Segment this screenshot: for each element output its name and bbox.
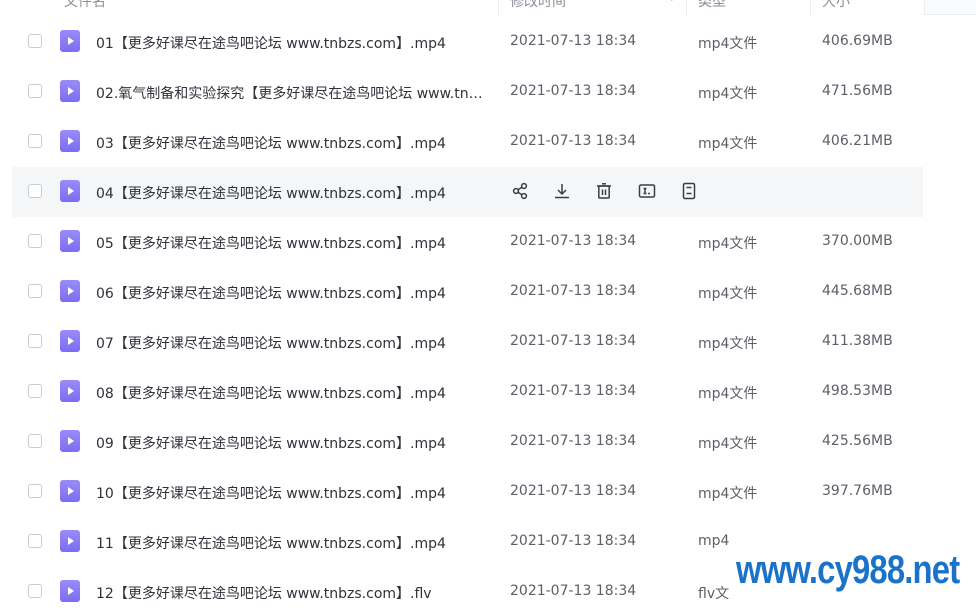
sort-down-icon[interactable]: ▼ <box>668 0 676 3</box>
delete-icon[interactable] <box>594 181 614 201</box>
file-name[interactable]: 06【更多好课尽在途鸟吧论坛 www.tnbzs.com】.mp4 <box>96 283 491 303</box>
row-checkbox[interactable] <box>28 184 42 198</box>
file-type: mp4文件 <box>698 336 758 352</box>
file-size: 406.69MB <box>822 33 893 49</box>
video-file-icon <box>60 30 80 52</box>
file-size: 445.68MB <box>822 283 893 299</box>
file-name[interactable]: 08【更多好课尽在途鸟吧论坛 www.tnbzs.com】.mp4 <box>96 383 491 403</box>
file-name[interactable]: 03【更多好课尽在途鸟吧论坛 www.tnbzs.com】.mp4 <box>96 133 491 153</box>
file-modified-time: 2021-07-13 18:34 <box>510 133 637 149</box>
file-size: 425.56MB <box>822 433 893 449</box>
file-row[interactable]: 04【更多好课尽在途鸟吧论坛 www.tnbzs.com】.mp4 <box>0 167 976 217</box>
file-row[interactable]: 02.氧气制备和实验探究【更多好课尽在途鸟吧论坛 www.tnbzs.com】.… <box>0 67 976 117</box>
rename-icon[interactable] <box>637 181 657 201</box>
column-header-type[interactable]: 类型 <box>698 0 726 11</box>
video-file-icon <box>60 380 80 402</box>
row-checkbox[interactable] <box>28 234 42 248</box>
column-header-size[interactable]: 大小 <box>822 0 850 11</box>
file-name[interactable]: 10【更多好课尽在途鸟吧论坛 www.tnbzs.com】.mp4 <box>96 483 491 503</box>
file-type: mp4文件 <box>698 486 758 502</box>
file-modified-time: 2021-07-13 18:34 <box>510 433 637 449</box>
file-row[interactable]: 07【更多好课尽在途鸟吧论坛 www.tnbzs.com】.mp4 2021-07… <box>0 317 976 367</box>
file-type: mp4文件 <box>698 136 758 152</box>
file-size: 471.56MB <box>822 83 893 99</box>
column-divider[interactable] <box>810 0 811 16</box>
video-file-icon <box>60 180 80 202</box>
row-checkbox[interactable] <box>28 84 42 98</box>
file-list-page: 文件名 修改时间 ▼ 类型 大小 01【更多好课尽在途鸟吧论坛 www.tnbz… <box>0 0 976 615</box>
row-checkbox[interactable] <box>28 434 42 448</box>
file-modified-time: 2021-07-13 18:34 <box>510 33 637 49</box>
column-header-name[interactable]: 文件名 <box>64 0 106 11</box>
column-divider[interactable] <box>686 0 687 16</box>
video-file-icon <box>60 330 80 352</box>
file-modified-time: 2021-07-13 18:34 <box>510 383 637 399</box>
row-checkbox[interactable] <box>28 334 42 348</box>
file-list-header: 文件名 修改时间 ▼ 类型 大小 <box>0 0 976 16</box>
file-name[interactable]: 07【更多好课尽在途鸟吧论坛 www.tnbzs.com】.mp4 <box>96 333 491 353</box>
file-modified-time: 2021-07-13 18:34 <box>510 283 637 299</box>
watermark-text: www.cy988.net <box>736 548 960 592</box>
video-file-icon <box>60 430 80 452</box>
file-type: flv文 <box>698 586 730 602</box>
row-checkbox[interactable] <box>28 284 42 298</box>
file-list: 01【更多好课尽在途鸟吧论坛 www.tnbzs.com】.mp4 2021-07… <box>0 17 976 615</box>
file-name[interactable]: 12【更多好课尽在途鸟吧论坛 www.tnbzs.com】.flv <box>96 583 491 603</box>
file-type: mp4文件 <box>698 286 758 302</box>
file-name[interactable]: 05【更多好课尽在途鸟吧论坛 www.tnbzs.com】.mp4 <box>96 233 491 253</box>
file-type: mp4文件 <box>698 86 758 102</box>
file-type: mp4文件 <box>698 436 758 452</box>
file-row[interactable]: 09【更多好课尽在途鸟吧论坛 www.tnbzs.com】.mp4 2021-07… <box>0 417 976 467</box>
row-checkbox[interactable] <box>28 384 42 398</box>
file-name[interactable]: 04【更多好课尽在途鸟吧论坛 www.tnbzs.com】.mp4 <box>96 183 491 203</box>
column-header-modified[interactable]: 修改时间 <box>510 0 566 11</box>
file-type: mp4 <box>698 533 730 549</box>
file-row[interactable]: 05【更多好课尽在途鸟吧论坛 www.tnbzs.com】.mp4 2021-07… <box>0 217 976 267</box>
download-icon[interactable] <box>552 181 572 201</box>
file-name[interactable]: 09【更多好课尽在途鸟吧论坛 www.tnbzs.com】.mp4 <box>96 433 491 453</box>
file-type: mp4文件 <box>698 36 758 52</box>
video-file-icon <box>60 280 80 302</box>
file-modified-time: 2021-07-13 18:34 <box>510 333 637 349</box>
file-modified-time: 2021-07-13 18:34 <box>510 233 637 249</box>
video-file-icon <box>60 580 80 602</box>
file-size: 397.76MB <box>822 483 893 499</box>
file-modified-time: 2021-07-13 18:34 <box>510 583 637 599</box>
video-file-icon <box>60 230 80 252</box>
file-modified-time: 2021-07-13 18:34 <box>510 483 637 499</box>
row-checkbox[interactable] <box>28 534 42 548</box>
file-name[interactable]: 01【更多好课尽在途鸟吧论坛 www.tnbzs.com】.mp4 <box>96 33 491 53</box>
file-size: 406.21MB <box>822 133 893 149</box>
video-file-icon <box>60 80 80 102</box>
row-checkbox[interactable] <box>28 484 42 498</box>
file-modified-time: 2021-07-13 18:34 <box>510 533 637 549</box>
file-row[interactable]: 10【更多好课尽在途鸟吧论坛 www.tnbzs.com】.mp4 2021-07… <box>0 467 976 517</box>
share-icon[interactable] <box>510 181 530 201</box>
video-file-icon <box>60 480 80 502</box>
file-row[interactable]: 08【更多好课尽在途鸟吧论坛 www.tnbzs.com】.mp4 2021-07… <box>0 367 976 417</box>
file-size: 498.53MB <box>822 383 893 399</box>
video-file-icon <box>60 130 80 152</box>
file-type: mp4文件 <box>698 236 758 252</box>
more-icon[interactable] <box>679 181 699 201</box>
file-size: 370.00MB <box>822 233 893 249</box>
file-row[interactable]: 06【更多好课尽在途鸟吧论坛 www.tnbzs.com】.mp4 2021-07… <box>0 267 976 317</box>
column-divider[interactable] <box>498 0 499 16</box>
file-row[interactable]: 03【更多好课尽在途鸟吧论坛 www.tnbzs.com】.mp4 2021-07… <box>0 117 976 167</box>
file-size: 411.38MB <box>822 333 893 349</box>
file-modified-time: 2021-07-13 18:34 <box>510 83 637 99</box>
row-checkbox[interactable] <box>28 34 42 48</box>
video-file-icon <box>60 530 80 552</box>
file-name[interactable]: 11【更多好课尽在途鸟吧论坛 www.tnbzs.com】.mp4 <box>96 533 491 553</box>
row-checkbox[interactable] <box>28 134 42 148</box>
file-type: mp4文件 <box>698 386 758 402</box>
row-checkbox[interactable] <box>28 584 42 598</box>
file-name[interactable]: 02.氧气制备和实验探究【更多好课尽在途鸟吧论坛 www.tnbzs.com】.… <box>96 83 491 103</box>
file-row[interactable]: 01【更多好课尽在途鸟吧论坛 www.tnbzs.com】.mp4 2021-07… <box>0 17 976 67</box>
header-corner <box>924 0 976 15</box>
